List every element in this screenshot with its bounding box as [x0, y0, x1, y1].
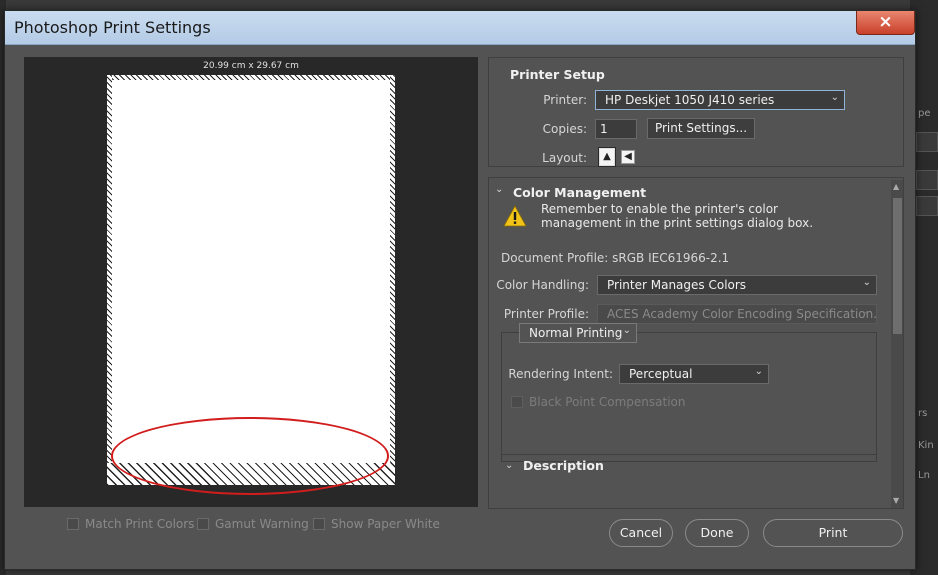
copies-label: Copies: — [542, 122, 587, 136]
print-settings-button[interactable]: Print Settings... — [647, 118, 755, 139]
printer-setup-title: Printer Setup — [510, 67, 605, 82]
printer-label: Printer: — [543, 93, 587, 107]
checkbox-box[interactable] — [511, 396, 523, 408]
margin-hatch-top — [107, 75, 395, 80]
background-app-text: Ln — [918, 470, 930, 481]
close-icon: × — [878, 12, 893, 32]
cancel-button[interactable]: Cancel — [609, 519, 673, 547]
scroll-up-icon[interactable]: ▲ — [893, 182, 899, 191]
title-bar[interactable]: Photoshop Print Settings × — [5, 11, 915, 45]
panel-scrollbar[interactable]: ▲ ▼ — [891, 180, 903, 508]
match-print-colors-label: Match Print Colors — [85, 517, 195, 531]
landscape-icon[interactable]: ◀ — [621, 150, 635, 164]
chevron-down-icon: ⌄ — [622, 325, 631, 336]
paper-size-label: 20.99 cm x 29.67 cm — [203, 61, 299, 71]
gamut-warning-checkbox[interactable]: Gamut Warning — [197, 517, 309, 533]
portrait-icon[interactable]: ▲ — [599, 148, 615, 166]
scroll-down-icon[interactable]: ▼ — [893, 496, 899, 505]
printer-setup-panel: Printer Setup Printer: HP Deskjet 1050 J… — [488, 57, 904, 167]
copies-input[interactable]: 1 — [595, 119, 637, 139]
warning-line-1: Remember to enable the printer's color — [541, 202, 778, 216]
color-management-panel[interactable]: ⌄ Color Management Remember to enable th… — [488, 177, 904, 509]
show-paper-white-label: Show Paper White — [331, 517, 440, 531]
background-app-text: Kin — [918, 440, 934, 451]
close-button[interactable]: × — [856, 11, 915, 35]
scroll-thumb[interactable] — [893, 198, 902, 334]
color-handling-label: Color Handling: — [496, 278, 589, 292]
rendering-intent-value: Perceptual — [629, 367, 693, 381]
margin-hatch-right — [390, 75, 395, 485]
print-button[interactable]: Print — [763, 519, 903, 547]
printer-profile-label: Printer Profile: — [503, 307, 589, 321]
background-app-text: rs — [918, 408, 928, 419]
chevron-down-icon[interactable]: ⌄ — [495, 184, 503, 195]
description-title[interactable]: Description — [523, 458, 604, 473]
annotation-ellipse — [111, 417, 389, 495]
document-profile: Document Profile: sRGB IEC61966-2.1 — [501, 251, 730, 265]
background-app-control — [916, 170, 938, 190]
printer-dropdown[interactable]: HP Deskjet 1050 J410 series ⌄ — [595, 90, 845, 110]
checkbox-box[interactable] — [197, 518, 209, 530]
done-button[interactable]: Done — [685, 519, 749, 547]
checkbox-box[interactable] — [67, 518, 79, 530]
printer-profile-dropdown[interactable]: ACES Academy Color Encoding Specificatio… — [597, 304, 877, 324]
color-handling-value: Printer Manages Colors — [607, 278, 747, 292]
margin-hatch-left — [107, 75, 112, 485]
warning-message: Remember to enable the printer's color m… — [541, 202, 813, 230]
chevron-down-icon: ⌄ — [862, 306, 871, 317]
color-management-title[interactable]: Color Management — [513, 185, 646, 200]
window-title: Photoshop Print Settings — [14, 18, 211, 37]
chevron-down-icon: ⌄ — [754, 366, 763, 377]
gamut-warning-label: Gamut Warning — [215, 517, 309, 531]
color-handling-dropdown[interactable]: Printer Manages Colors ⌄ — [597, 275, 877, 295]
rendering-intent-label: Rendering Intent: — [508, 367, 613, 381]
print-mode-dropdown[interactable]: Normal Printing ⌄ — [519, 323, 637, 343]
chevron-down-icon[interactable]: ⌄ — [505, 460, 513, 471]
copies-value: 1 — [600, 122, 608, 136]
background-app-text: pe — [918, 108, 931, 119]
warning-icon — [503, 205, 527, 227]
print-settings-dialog: Photoshop Print Settings × 20.99 cm x 29… — [4, 10, 916, 570]
print-mode-value: Normal Printing — [529, 326, 623, 340]
black-point-label: Black Point Compensation — [529, 395, 686, 409]
black-point-compensation-checkbox[interactable]: Black Point Compensation — [511, 395, 686, 409]
show-paper-white-checkbox[interactable]: Show Paper White — [313, 517, 440, 533]
warning-line-2: management in the print settings dialog … — [541, 216, 814, 230]
checkbox-box[interactable] — [313, 518, 325, 530]
background-app-control — [916, 132, 938, 152]
printer-value: HP Deskjet 1050 J410 series — [605, 93, 775, 107]
printer-profile-value: ACES Academy Color Encoding Specificatio… — [607, 307, 877, 321]
section-divider — [501, 454, 877, 455]
rendering-intent-dropdown[interactable]: Perceptual ⌄ — [619, 364, 769, 384]
match-print-colors-checkbox[interactable]: Match Print Colors — [67, 517, 194, 533]
chevron-down-icon: ⌄ — [830, 92, 839, 103]
chevron-down-icon: ⌄ — [862, 277, 871, 288]
layout-label: Layout: — [542, 151, 587, 165]
background-app-control — [916, 196, 938, 216]
